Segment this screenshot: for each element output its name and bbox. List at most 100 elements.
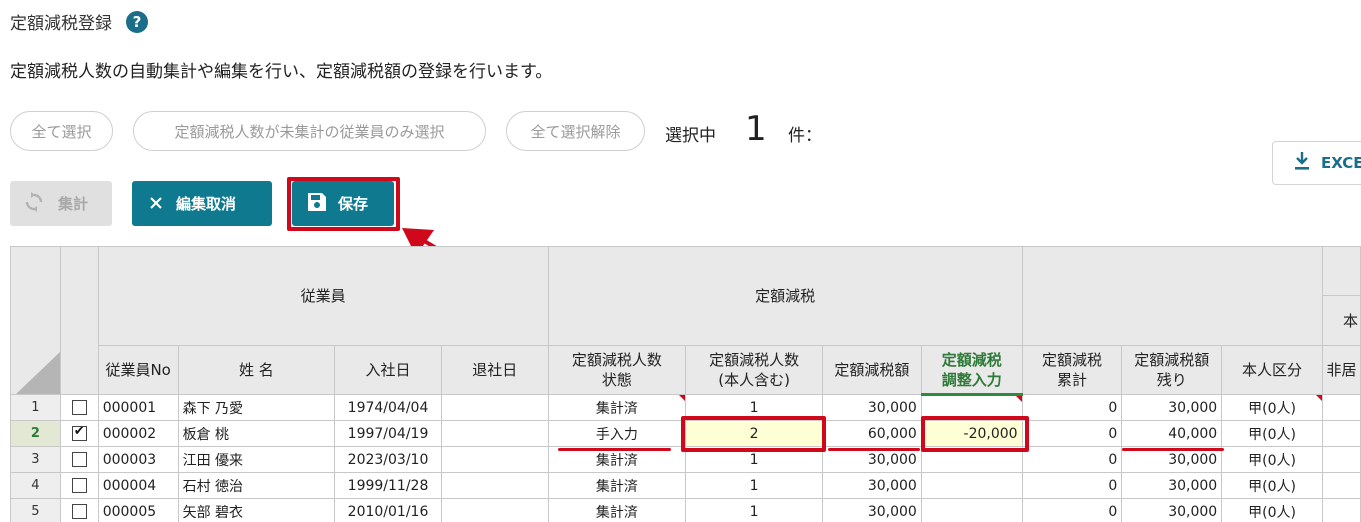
column-header-emp-no[interactable]: 従業員No [97,345,179,395]
aggregate-label: 集計 [58,195,89,213]
cell-hire-date[interactable]: 1999/11/28 [334,472,442,499]
cell-cumulative[interactable]: 0 [1021,472,1123,499]
cell-adjust[interactable] [920,472,1023,499]
cell-nonresident[interactable] [1321,472,1361,499]
cell-name[interactable]: 江田 優来 [177,446,336,473]
cell-name[interactable]: 板倉 桃 [177,420,336,447]
grid-corner[interactable] [10,246,61,395]
row-number[interactable]: 4 [10,472,61,499]
cell-cumulative[interactable]: 0 [1021,446,1123,473]
column-header-leave-date[interactable]: 退社日 [440,345,549,395]
column-header-status[interactable]: 定額減税人数 状態 [547,345,687,395]
row-checkbox[interactable] [59,394,99,421]
cell-nonresident[interactable] [1321,420,1361,447]
row-checkbox[interactable] [59,498,99,522]
cell-count[interactable]: 1 [685,472,823,499]
column-header-amount[interactable]: 定額減税額 [821,345,922,395]
underline-amount [828,448,920,451]
table-row[interactable]: 4 000004 石村 徳治 1999/11/28 集計済 1 30,000 0… [10,472,1361,499]
cell-leave-date[interactable] [440,472,549,499]
cell-hire-date[interactable]: 2010/01/16 [334,498,442,522]
row-number[interactable]: 5 [10,498,61,522]
cell-nonresident[interactable] [1321,446,1361,473]
help-icon[interactable]: ? [126,10,148,33]
column-header-name[interactable]: 姓 名 [177,345,336,395]
cell-status[interactable]: 集計済 [547,498,687,522]
cell-status[interactable]: 手入力 [547,420,687,447]
cell-emp-no[interactable]: 000003 [97,446,179,473]
cell-amount[interactable]: 30,000 [821,472,922,499]
cell-category[interactable]: 甲(0人) [1221,446,1323,473]
cell-emp-no[interactable]: 000005 [97,498,179,522]
cancel-edit-button[interactable]: 編集取消 [132,181,272,226]
column-header-cumulative-line1: 定額減税 [1041,351,1102,369]
cell-hire-date[interactable]: 2023/03/10 [334,446,442,473]
cell-hire-date[interactable]: 1997/04/19 [334,420,442,447]
cell-emp-no[interactable]: 000002 [97,420,179,447]
cell-cumulative[interactable]: 0 [1021,498,1123,522]
tax-reduction-grid[interactable]: 従業員 定額減税 本 従業員No 姓 名 入社日 退社日 定額減税人数 状態 定額… [10,246,1361,522]
column-header-remaining[interactable]: 定額減税額 残り [1121,345,1223,395]
deselect-all-button[interactable]: 全て選択解除 [506,111,645,151]
cell-count[interactable]: 1 [685,498,823,522]
cell-name[interactable]: 森下 乃愛 [177,394,336,421]
selected-unit: 件： [788,126,822,146]
excel-download-button[interactable]: EXCE [1272,141,1361,185]
cell-remaining[interactable]: 40,000 [1121,420,1223,447]
cell-hire-date[interactable]: 1974/04/04 [334,394,442,421]
cell-amount[interactable]: 30,000 [821,394,922,421]
save-highlight-box [287,177,400,231]
column-header-nonresident[interactable]: 非居 [1321,345,1361,395]
cell-amount[interactable]: 30,000 [821,498,922,522]
column-header-count-line1: 定額減税人数 [709,351,800,369]
cell-status[interactable]: 集計済 [547,394,687,421]
cell-nonresident[interactable] [1321,498,1361,522]
cell-name[interactable]: 石村 徳治 [177,472,336,499]
table-row[interactable]: 5 000005 矢部 碧衣 2010/01/16 集計済 1 30,000 0… [10,498,1361,522]
underline-remaining [1122,448,1224,451]
cell-emp-no[interactable]: 000001 [97,394,179,421]
cell-nonresident[interactable] [1321,394,1361,421]
highlight-box-count [681,416,826,452]
cell-emp-no[interactable]: 000004 [97,472,179,499]
row-number[interactable]: 1 [10,394,61,421]
column-header-cumulative[interactable]: 定額減税 累計 [1021,345,1123,395]
column-header-category[interactable]: 本人区分 [1221,345,1323,395]
cell-name[interactable]: 矢部 碧衣 [177,498,336,522]
row-number[interactable]: 3 [10,446,61,473]
cell-remaining[interactable]: 30,000 [1121,394,1223,421]
group-header-tax-reduction: 定額減税 [547,246,1023,346]
download-icon [1293,151,1311,175]
row-checkbox[interactable] [59,446,99,473]
cell-cumulative[interactable]: 0 [1021,420,1123,447]
row-number[interactable]: 2 [10,420,61,447]
column-header-count[interactable]: 定額減税人数 (本人含む) [685,345,823,395]
selected-label: 選択中 [665,126,716,146]
aggregate-button[interactable]: 集計 [10,181,112,226]
cell-amount[interactable]: 60,000 [821,420,922,447]
group-header-employee: 従業員 [97,246,549,346]
cell-category[interactable]: 甲(0人) [1221,472,1323,499]
cell-leave-date[interactable] [440,498,549,522]
select-all-button[interactable]: 全て選択 [10,111,113,151]
cell-remaining[interactable]: 30,000 [1121,498,1223,522]
row-checkbox[interactable] [59,472,99,499]
column-header-hire-date[interactable]: 入社日 [334,345,442,395]
column-header-adjust[interactable]: 定額減税 調整入力 [920,345,1023,396]
select-uncounted-button[interactable]: 定額減税人数が未集計の従業員のみ選択 [133,111,486,151]
page-title: 定額減税登録 ? [10,9,148,34]
cell-leave-date[interactable] [440,394,549,421]
cell-status[interactable]: 集計済 [547,472,687,499]
cell-remaining[interactable]: 30,000 [1121,472,1223,499]
cell-leave-date[interactable] [440,420,549,447]
selected-count: 1 [745,109,767,149]
row-checkbox[interactable] [59,420,99,447]
cell-category[interactable]: 甲(0人) [1221,498,1323,522]
cell-adjust[interactable] [920,498,1023,522]
column-header-status-line1: 定額減税人数 [571,351,662,369]
cell-category[interactable]: 甲(0人) [1221,394,1323,421]
cell-category[interactable]: 甲(0人) [1221,420,1323,447]
cell-leave-date[interactable] [440,446,549,473]
cell-cumulative[interactable]: 0 [1021,394,1123,421]
underline-status [558,448,671,451]
